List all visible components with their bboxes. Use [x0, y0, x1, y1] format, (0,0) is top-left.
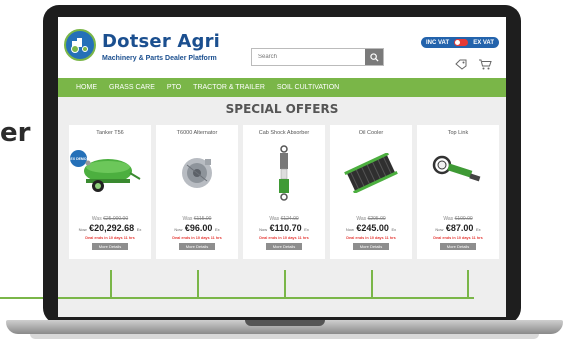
brand-name[interactable]: Dotser Agri	[102, 31, 220, 52]
price-now: Now €96.00 Ex	[174, 223, 220, 233]
shock-absorber-image[interactable]	[251, 143, 317, 203]
deal-countdown: Deal ends in 10 days 11 hrs	[259, 236, 309, 240]
product-name[interactable]: Tanker T56	[69, 130, 151, 136]
oil-cooler-image[interactable]	[338, 143, 404, 203]
site-header: Dotser Agri Machinery & Parts Dealer Pla…	[58, 17, 506, 78]
price-now: Now €20,292.68 Ex	[78, 223, 142, 233]
product-name[interactable]: Oil Cooler	[330, 130, 412, 136]
nav-item-home[interactable]: HOME	[76, 84, 97, 91]
price-was: Was €25,000.00	[91, 216, 129, 222]
slide-stage: er Dotser Agri Machinery & Parts Dealer …	[0, 0, 569, 343]
connector-tree-branch	[467, 270, 469, 298]
tractor-logo-icon[interactable]	[64, 29, 96, 61]
more-details-button[interactable]: More Details	[179, 243, 215, 250]
search-icon	[369, 52, 379, 62]
vat-inc-label: INC VAT	[426, 39, 450, 46]
product-card-oil-cooler[interactable]: Oil Cooler Was €295.00 Now €245.00 Ex De…	[330, 125, 412, 259]
offer-cards: Tanker T56 EX DEMO Was €25,000.00 Now €2…	[69, 125, 499, 259]
toggle-knob-icon	[454, 39, 469, 46]
special-offers-title: SPECIAL OFFERS	[225, 102, 339, 116]
compare-tags-icon[interactable]	[454, 57, 468, 71]
connector-tree-branch	[110, 270, 112, 298]
search-input[interactable]	[252, 49, 364, 65]
product-card-alternator[interactable]: T6000 Alternator Was €115.00 Now €96.00 …	[156, 125, 238, 259]
product-card-top-link[interactable]: Top Link Was €100.00 Now €87.00 Ex Deal …	[417, 125, 499, 259]
price-was: Was €115.00	[182, 216, 212, 222]
main-nav: HOME GRASS CARE PTO TRACTOR & TRAILER SO…	[58, 78, 506, 97]
laptop-screen: Dotser Agri Machinery & Parts Dealer Pla…	[58, 17, 506, 317]
nav-item-grass-care[interactable]: GRASS CARE	[109, 84, 155, 91]
price-was: Was €100.00	[443, 216, 473, 222]
deal-countdown: Deal ends in 10 days 11 hrs	[172, 236, 222, 240]
product-name[interactable]: Top Link	[417, 130, 499, 136]
connector-tree-branch	[197, 270, 199, 298]
nav-item-soil-cultivation[interactable]: SOIL CULTIVATION	[277, 84, 339, 91]
tanker-image[interactable]	[77, 143, 143, 203]
top-link-image[interactable]	[425, 143, 491, 203]
search-button[interactable]	[365, 49, 383, 65]
laptop-base-shadow	[30, 334, 539, 339]
connector-tree-horizontal	[58, 297, 474, 299]
vat-toggle-switch[interactable]: INC VAT EX VAT	[421, 37, 499, 48]
more-details-button[interactable]: More Details	[440, 243, 476, 250]
product-name[interactable]: T6000 Alternator	[156, 130, 238, 136]
vat-ex-label: EX VAT	[473, 39, 494, 46]
slide-heading-fragment: er	[0, 118, 31, 148]
laptop-notch	[245, 320, 325, 326]
product-card-tanker[interactable]: Tanker T56 EX DEMO Was €25,000.00 Now €2…	[69, 125, 151, 259]
deal-countdown: Deal ends in 10 days 11 hrs	[85, 236, 135, 240]
deal-countdown: Deal ends in 10 days 11 hrs	[346, 236, 396, 240]
price-was: Was €124.00	[269, 216, 299, 222]
product-card-shock-absorber[interactable]: Cab Shock Absorber Was €124.00 Now €110.…	[243, 125, 325, 259]
brand-tagline: Machinery & Parts Dealer Platform	[102, 55, 217, 62]
nav-item-tractor-trailer[interactable]: TRACTOR & TRAILER	[193, 84, 265, 91]
product-name[interactable]: Cab Shock Absorber	[243, 130, 325, 136]
price-now: Now €110.70 Ex	[259, 223, 309, 233]
connector-tree-branch	[371, 270, 373, 298]
cart-icon[interactable]	[478, 57, 492, 71]
deal-countdown: Deal ends in 10 days 11 hrs	[433, 236, 483, 240]
alternator-image[interactable]	[164, 143, 230, 203]
price-now: Now €87.00 Ex	[435, 223, 481, 233]
price-was: Was €295.00	[356, 216, 386, 222]
search-box	[251, 48, 384, 66]
connector-tree-branch	[284, 270, 286, 298]
more-details-button[interactable]: More Details	[353, 243, 389, 250]
nav-item-pto[interactable]: PTO	[167, 84, 181, 91]
price-now: Now €245.00 Ex	[345, 223, 397, 233]
more-details-button[interactable]: More Details	[92, 243, 128, 250]
more-details-button[interactable]: More Details	[266, 243, 302, 250]
